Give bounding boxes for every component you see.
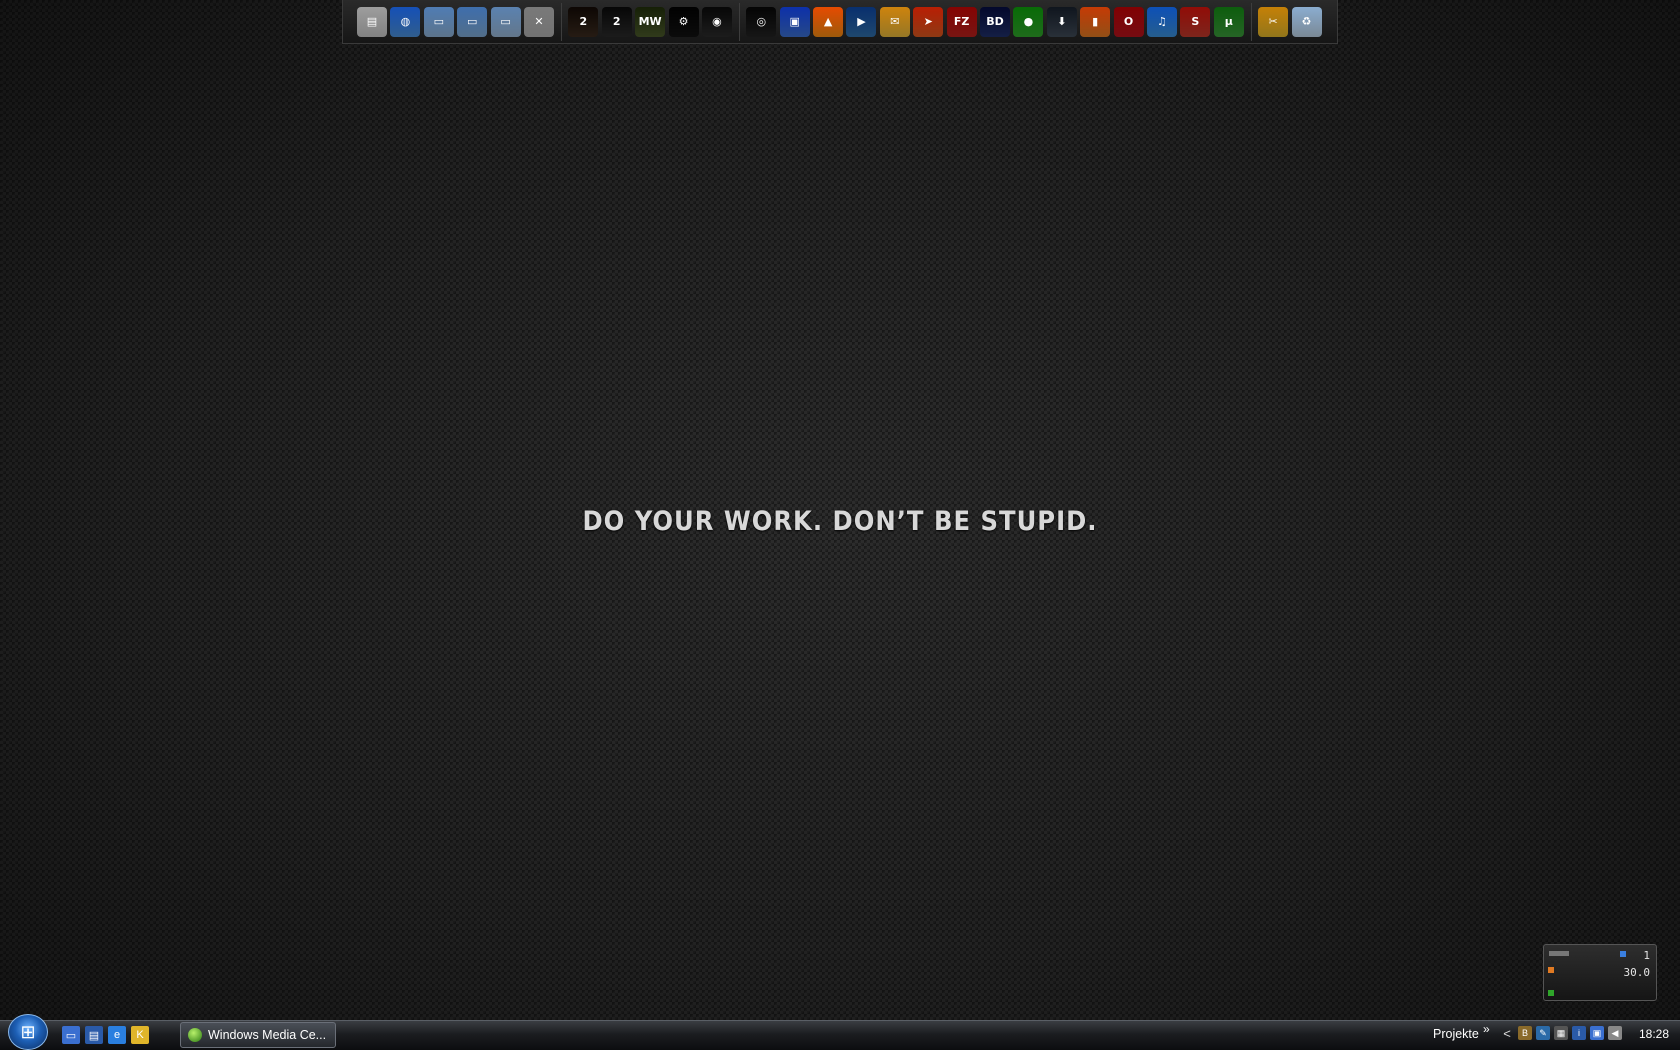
vlc-icon[interactable]: ▲ (813, 6, 844, 37)
gadget-graph-icon (1549, 951, 1569, 956)
script-icon[interactable]: S (1180, 6, 1211, 37)
tray-grid-icon[interactable]: ▦ (1554, 1026, 1568, 1040)
dock-separator (739, 2, 741, 41)
media-center-icon (188, 1028, 202, 1042)
folder-icon[interactable]: ▭ (423, 6, 454, 37)
download-icon[interactable]: ⬇ (1046, 6, 1077, 37)
windows-logo-icon: ⊞ (20, 1021, 36, 1042)
gadget-blue-indicator-icon (1620, 951, 1626, 957)
wallpaper-motto: DO YOUR WORK. DON’T BE STUPID. (582, 506, 1098, 537)
internet-explorer-icon[interactable]: e (108, 1026, 126, 1044)
recycle-bin-icon[interactable]: ♻ (1291, 6, 1322, 37)
folder-documents-icon[interactable]: ▭ (490, 6, 521, 37)
tray-expand-icon[interactable]: < (1500, 1026, 1514, 1041)
projekte-toolbar[interactable]: Projekte (1433, 1027, 1479, 1041)
taskbar-button-windows-media-center[interactable]: Windows Media Ce... (180, 1022, 336, 1048)
show-desktop-icon[interactable]: ▭ (62, 1026, 80, 1044)
toolbar-chevron-icon[interactable]: » (1483, 1022, 1490, 1036)
utorrent-icon[interactable]: µ (1213, 6, 1244, 37)
quick-launch-bar: ▭ ▤ e K (62, 1026, 154, 1044)
eye-icon[interactable]: ◎ (746, 6, 777, 37)
application-dock: ▤ ◍ ▭ ▭ ▭ ✕ 2 2 MW ⚙ ◉ ◎ ▣ ▲ ▶ ✉ ➤ FZ BD ● ⬇ ▮ O ♫ Sµ ✂ ♻ (342, 0, 1338, 44)
orange-panel-icon[interactable]: ▮ (1080, 6, 1111, 37)
disc-icon[interactable]: ◉ (701, 6, 732, 37)
quicklaunch-app-icon[interactable]: K (131, 1026, 149, 1044)
dock-separator (561, 2, 563, 41)
monitor-gadget[interactable]: 1 30.0 (1543, 944, 1657, 1001)
media-player-icon[interactable]: ▶ (846, 6, 877, 37)
gadget-value-2: 30.0 (1623, 966, 1651, 979)
notification-area: < B ✎ ▦ i ▣ ◀ (1500, 1026, 1626, 1041)
start-button[interactable]: ⊞ (8, 1014, 48, 1050)
filezilla-icon[interactable]: FZ (946, 6, 977, 37)
tools-icon[interactable]: ✂ (1258, 6, 1289, 37)
itunes-icon[interactable]: ♫ (1146, 6, 1177, 37)
green-orb-icon[interactable]: ● (1013, 6, 1044, 37)
floppy-save-icon[interactable]: ▣ (779, 6, 810, 37)
nfs-most-wanted-icon[interactable]: MW (635, 6, 666, 37)
tray-volume-icon[interactable]: ◀ (1608, 1026, 1622, 1040)
tray-network-tool-icon[interactable]: ✎ (1536, 1026, 1550, 1040)
network-globe-icon[interactable]: ◍ (390, 6, 421, 37)
gadget-value-1: 1 (1643, 949, 1650, 962)
gadget-green-indicator-icon (1548, 990, 1554, 996)
bd-icon[interactable]: BD (980, 6, 1011, 37)
opera-icon[interactable]: O (1113, 6, 1144, 37)
document-icon[interactable]: ▤ (357, 6, 387, 37)
outlook-icon[interactable]: ✉ (879, 6, 910, 37)
steam-icon[interactable]: ⚙ (668, 6, 699, 37)
taskbar-button-label: Windows Media Ce... (208, 1028, 327, 1042)
switch-windows-icon[interactable]: ▤ (85, 1026, 103, 1044)
gadget-orange-indicator-icon (1548, 967, 1554, 973)
dock-separator (1251, 2, 1253, 41)
tray-update-icon[interactable]: i (1572, 1026, 1586, 1040)
battlefield-2142-icon[interactable]: 2 (601, 6, 632, 37)
cleanup-icon[interactable]: ✕ (523, 6, 554, 37)
tray-network-icon[interactable]: ▣ (1590, 1026, 1604, 1040)
tray-app-icon[interactable]: B (1518, 1026, 1532, 1040)
paper-plane-icon[interactable]: ➤ (913, 6, 944, 37)
folder-open-icon[interactable]: ▭ (457, 6, 488, 37)
taskbar-clock[interactable]: 18:28 (1639, 1027, 1669, 1041)
battlefield-2-icon[interactable]: 2 (568, 6, 599, 37)
